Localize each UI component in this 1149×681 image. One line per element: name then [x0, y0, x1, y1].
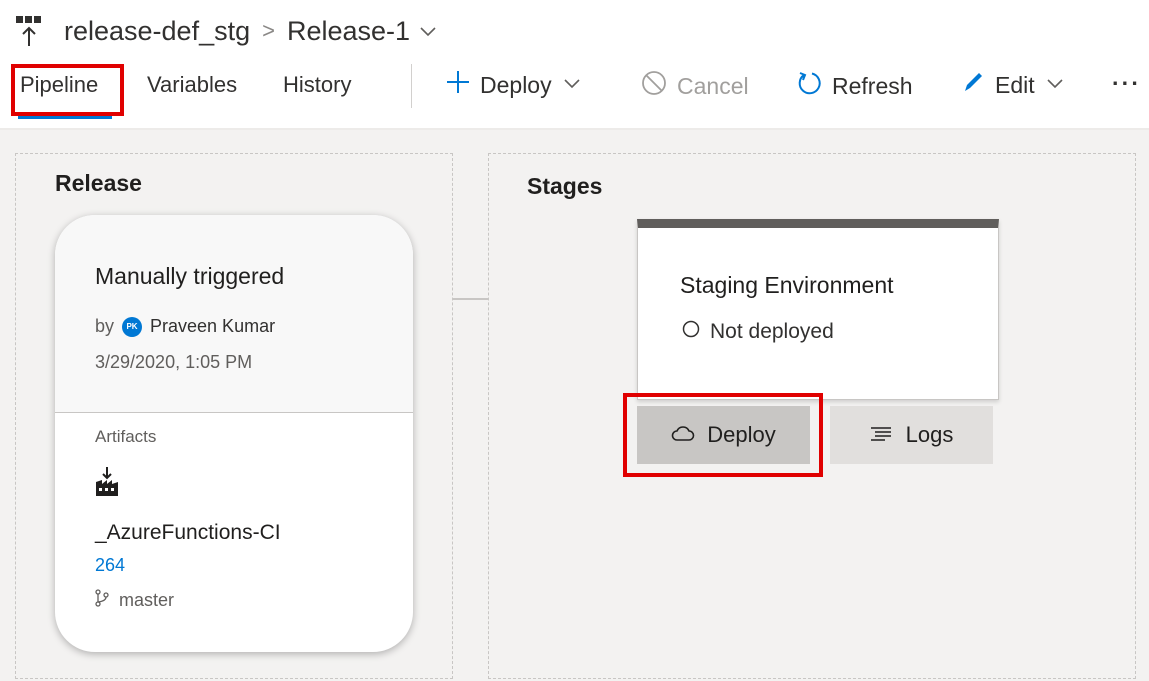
release-to-stage-connector	[452, 298, 488, 300]
tab-variables[interactable]: Variables	[147, 72, 237, 98]
build-number-link[interactable]: 264	[95, 555, 125, 576]
release-name[interactable]: Release-1	[287, 16, 410, 47]
stage-card[interactable]: Staging Environment Not deployed	[637, 219, 999, 400]
edit-label: Edit	[995, 71, 1035, 98]
breadcrumb-separator: >	[262, 18, 275, 43]
tab-history[interactable]: History	[283, 72, 351, 98]
stage-status-text: Not deployed	[710, 320, 834, 343]
by-label: by	[95, 316, 115, 336]
stage-name: Staging Environment	[680, 272, 894, 298]
tab-pipeline-underline	[18, 116, 112, 119]
logs-icon	[870, 422, 892, 448]
toolbar-divider	[411, 64, 412, 108]
pencil-icon	[961, 70, 985, 100]
cancel-button[interactable]: Cancel	[641, 70, 749, 102]
branch-icon	[95, 589, 109, 612]
cancel-label: Cancel	[677, 72, 749, 99]
stage-status: Not deployed	[682, 320, 834, 344]
chevron-down-icon	[564, 76, 580, 94]
refresh-button[interactable]: Refresh	[796, 70, 913, 102]
chevron-down-icon	[1047, 76, 1063, 94]
release-pipeline-icon	[14, 14, 44, 48]
triggered-by: by PK Praveen Kumar	[95, 316, 275, 337]
more-options-button[interactable]: ···	[1112, 70, 1141, 97]
toolbar: Pipeline Variables History Deploy Cancel…	[0, 62, 1149, 128]
pipeline-tab-highlight	[11, 64, 124, 116]
artifact-name[interactable]: _AzureFunctions-CI	[95, 521, 281, 545]
stage-logs-button[interactable]: Logs	[830, 406, 993, 464]
pipeline-name-link[interactable]: release-def_stg	[64, 16, 250, 47]
build-artifact-icon	[95, 467, 119, 502]
plus-icon	[446, 70, 470, 100]
release-card-summary	[55, 215, 413, 413]
deploy-menu-label: Deploy	[480, 71, 552, 98]
refresh-icon	[796, 70, 822, 102]
branch-name: master	[119, 590, 175, 610]
release-timestamp: 3/29/2020, 1:05 PM	[95, 352, 253, 372]
refresh-label: Refresh	[832, 72, 913, 99]
not-deployed-circle-icon	[682, 320, 700, 344]
deploy-button-highlight	[623, 393, 823, 477]
release-chevron-down-icon[interactable]	[420, 21, 436, 42]
avatar: PK	[122, 316, 143, 337]
user-name: Praveen Kumar	[150, 316, 276, 336]
branch-info: master	[95, 589, 174, 612]
stage-logs-label: Logs	[905, 422, 954, 447]
trigger-text: Manually triggered	[95, 263, 285, 289]
artifacts-label: Artifacts	[95, 427, 157, 446]
release-panel-title: Release	[55, 170, 142, 196]
stages-panel-title: Stages	[527, 173, 603, 199]
deploy-menu-button[interactable]: Deploy	[446, 70, 580, 100]
edit-menu-button[interactable]: Edit	[961, 70, 1063, 100]
cancel-icon	[641, 70, 667, 102]
breadcrumb: release-def_stg > Release-1	[14, 8, 436, 54]
release-card[interactable]: Manually triggered by PK Praveen Kumar 3…	[55, 215, 413, 652]
